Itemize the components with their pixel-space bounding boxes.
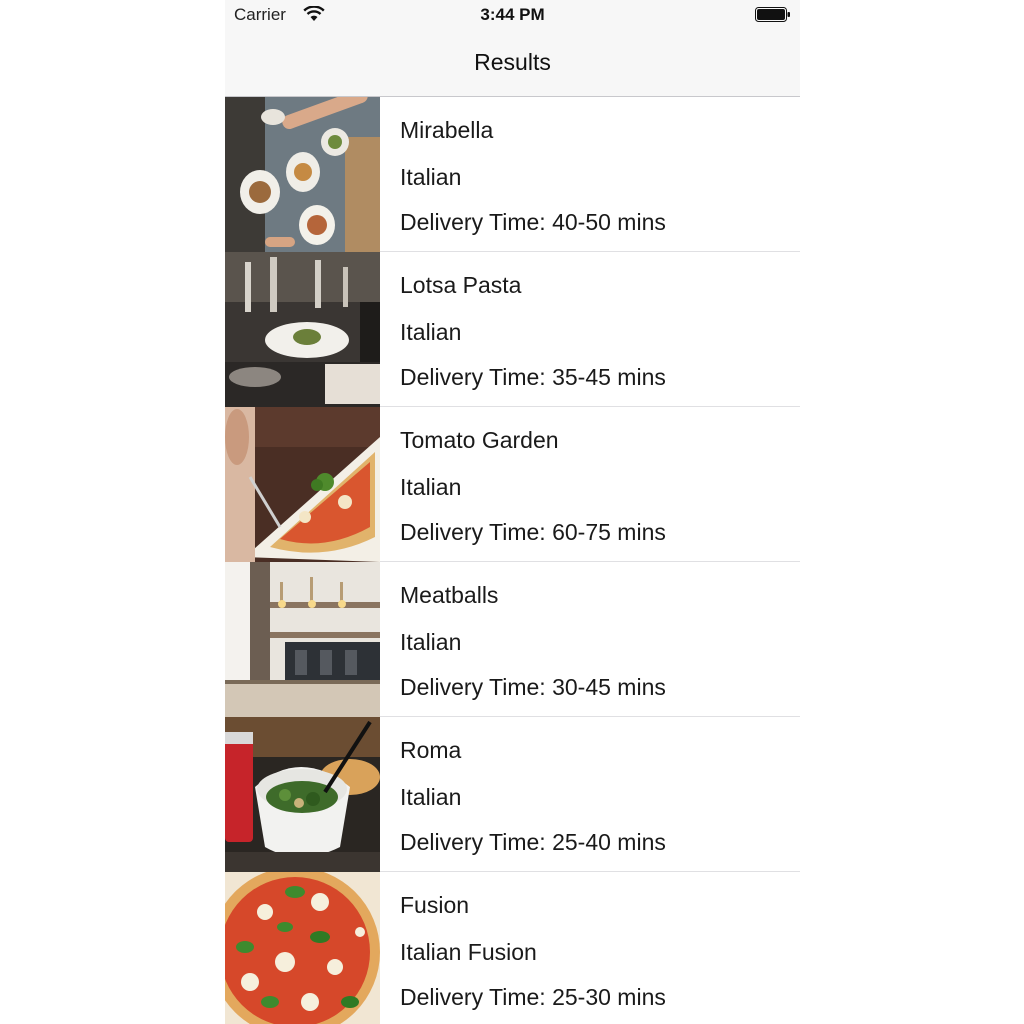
delivery-time-value: 25-30 mins bbox=[552, 984, 666, 1010]
restaurant-photo bbox=[225, 562, 380, 717]
result-row-meatballs[interactable]: Meatballs Italian Delivery Time: 30-45 m… bbox=[225, 562, 800, 717]
result-details: Fusion Italian Fusion Delivery Time: 25-… bbox=[400, 872, 790, 1024]
navigation-bar: Results bbox=[225, 30, 800, 97]
restaurant-photo bbox=[225, 872, 380, 1024]
delivery-time-value: 30-45 mins bbox=[552, 674, 666, 700]
delivery-time: Delivery Time: 25-30 mins bbox=[400, 984, 666, 1011]
result-row-mirabella[interactable]: Mirabella Italian Delivery Time: 40-50 m… bbox=[225, 97, 800, 252]
delivery-time-label: Delivery Time: bbox=[400, 829, 553, 855]
restaurant-name: Lotsa Pasta bbox=[400, 272, 522, 298]
result-row-roma[interactable]: Roma Italian Delivery Time: 25-40 mins bbox=[225, 717, 800, 872]
restaurant-cuisine: Italian Fusion bbox=[400, 939, 537, 965]
delivery-time: Delivery Time: 60-75 mins bbox=[400, 519, 666, 546]
restaurant-photo bbox=[225, 252, 380, 407]
result-details: Roma Italian Delivery Time: 25-40 mins bbox=[400, 717, 790, 872]
delivery-time-label: Delivery Time: bbox=[400, 519, 553, 545]
results-list: Mirabella Italian Delivery Time: 40-50 m… bbox=[225, 97, 800, 1024]
delivery-time-label: Delivery Time: bbox=[400, 674, 553, 700]
result-details: Mirabella Italian Delivery Time: 40-50 m… bbox=[400, 97, 790, 252]
delivery-time: Delivery Time: 40-50 mins bbox=[400, 209, 666, 236]
restaurant-cuisine: Italian bbox=[400, 629, 462, 655]
restaurant-cuisine: Italian bbox=[400, 784, 462, 810]
result-row-tomato-garden[interactable]: Tomato Garden Italian Delivery Time: 60-… bbox=[225, 407, 800, 562]
results-screen: Carrier 3:44 PM Results Mirabella Italia… bbox=[225, 0, 800, 1024]
restaurant-name: Roma bbox=[400, 737, 462, 763]
page-title: Results bbox=[474, 49, 551, 75]
delivery-time-value: 40-50 mins bbox=[552, 209, 666, 235]
restaurant-cuisine: Italian bbox=[400, 319, 462, 345]
delivery-time-value: 25-40 mins bbox=[552, 829, 666, 855]
restaurant-name: Mirabella bbox=[400, 117, 494, 143]
delivery-time: Delivery Time: 25-40 mins bbox=[400, 829, 666, 856]
restaurant-photo bbox=[225, 407, 380, 562]
status-bar: Carrier 3:44 PM bbox=[225, 0, 800, 30]
delivery-time-label: Delivery Time: bbox=[400, 209, 553, 235]
battery-icon bbox=[755, 7, 791, 22]
restaurant-name: Tomato Garden bbox=[400, 427, 559, 453]
restaurant-name: Meatballs bbox=[400, 582, 499, 608]
result-row-lotsa-pasta[interactable]: Lotsa Pasta Italian Delivery Time: 35-45… bbox=[225, 252, 800, 407]
restaurant-photo bbox=[225, 97, 380, 252]
result-row-fusion[interactable]: Fusion Italian Fusion Delivery Time: 25-… bbox=[225, 872, 800, 1024]
status-time: 3:44 PM bbox=[480, 5, 545, 24]
result-details: Meatballs Italian Delivery Time: 30-45 m… bbox=[400, 562, 790, 717]
delivery-time: Delivery Time: 30-45 mins bbox=[400, 674, 666, 701]
restaurant-cuisine: Italian bbox=[400, 164, 462, 190]
delivery-time-label: Delivery Time: bbox=[400, 364, 553, 390]
delivery-time-value: 60-75 mins bbox=[552, 519, 666, 545]
delivery-time-value: 35-45 mins bbox=[552, 364, 666, 390]
result-details: Tomato Garden Italian Delivery Time: 60-… bbox=[400, 407, 790, 562]
delivery-time-label: Delivery Time: bbox=[400, 984, 553, 1010]
restaurant-cuisine: Italian bbox=[400, 474, 462, 500]
restaurant-photo bbox=[225, 717, 380, 872]
restaurant-name: Fusion bbox=[400, 892, 470, 918]
delivery-time: Delivery Time: 35-45 mins bbox=[400, 364, 666, 391]
result-details: Lotsa Pasta Italian Delivery Time: 35-45… bbox=[400, 252, 790, 407]
